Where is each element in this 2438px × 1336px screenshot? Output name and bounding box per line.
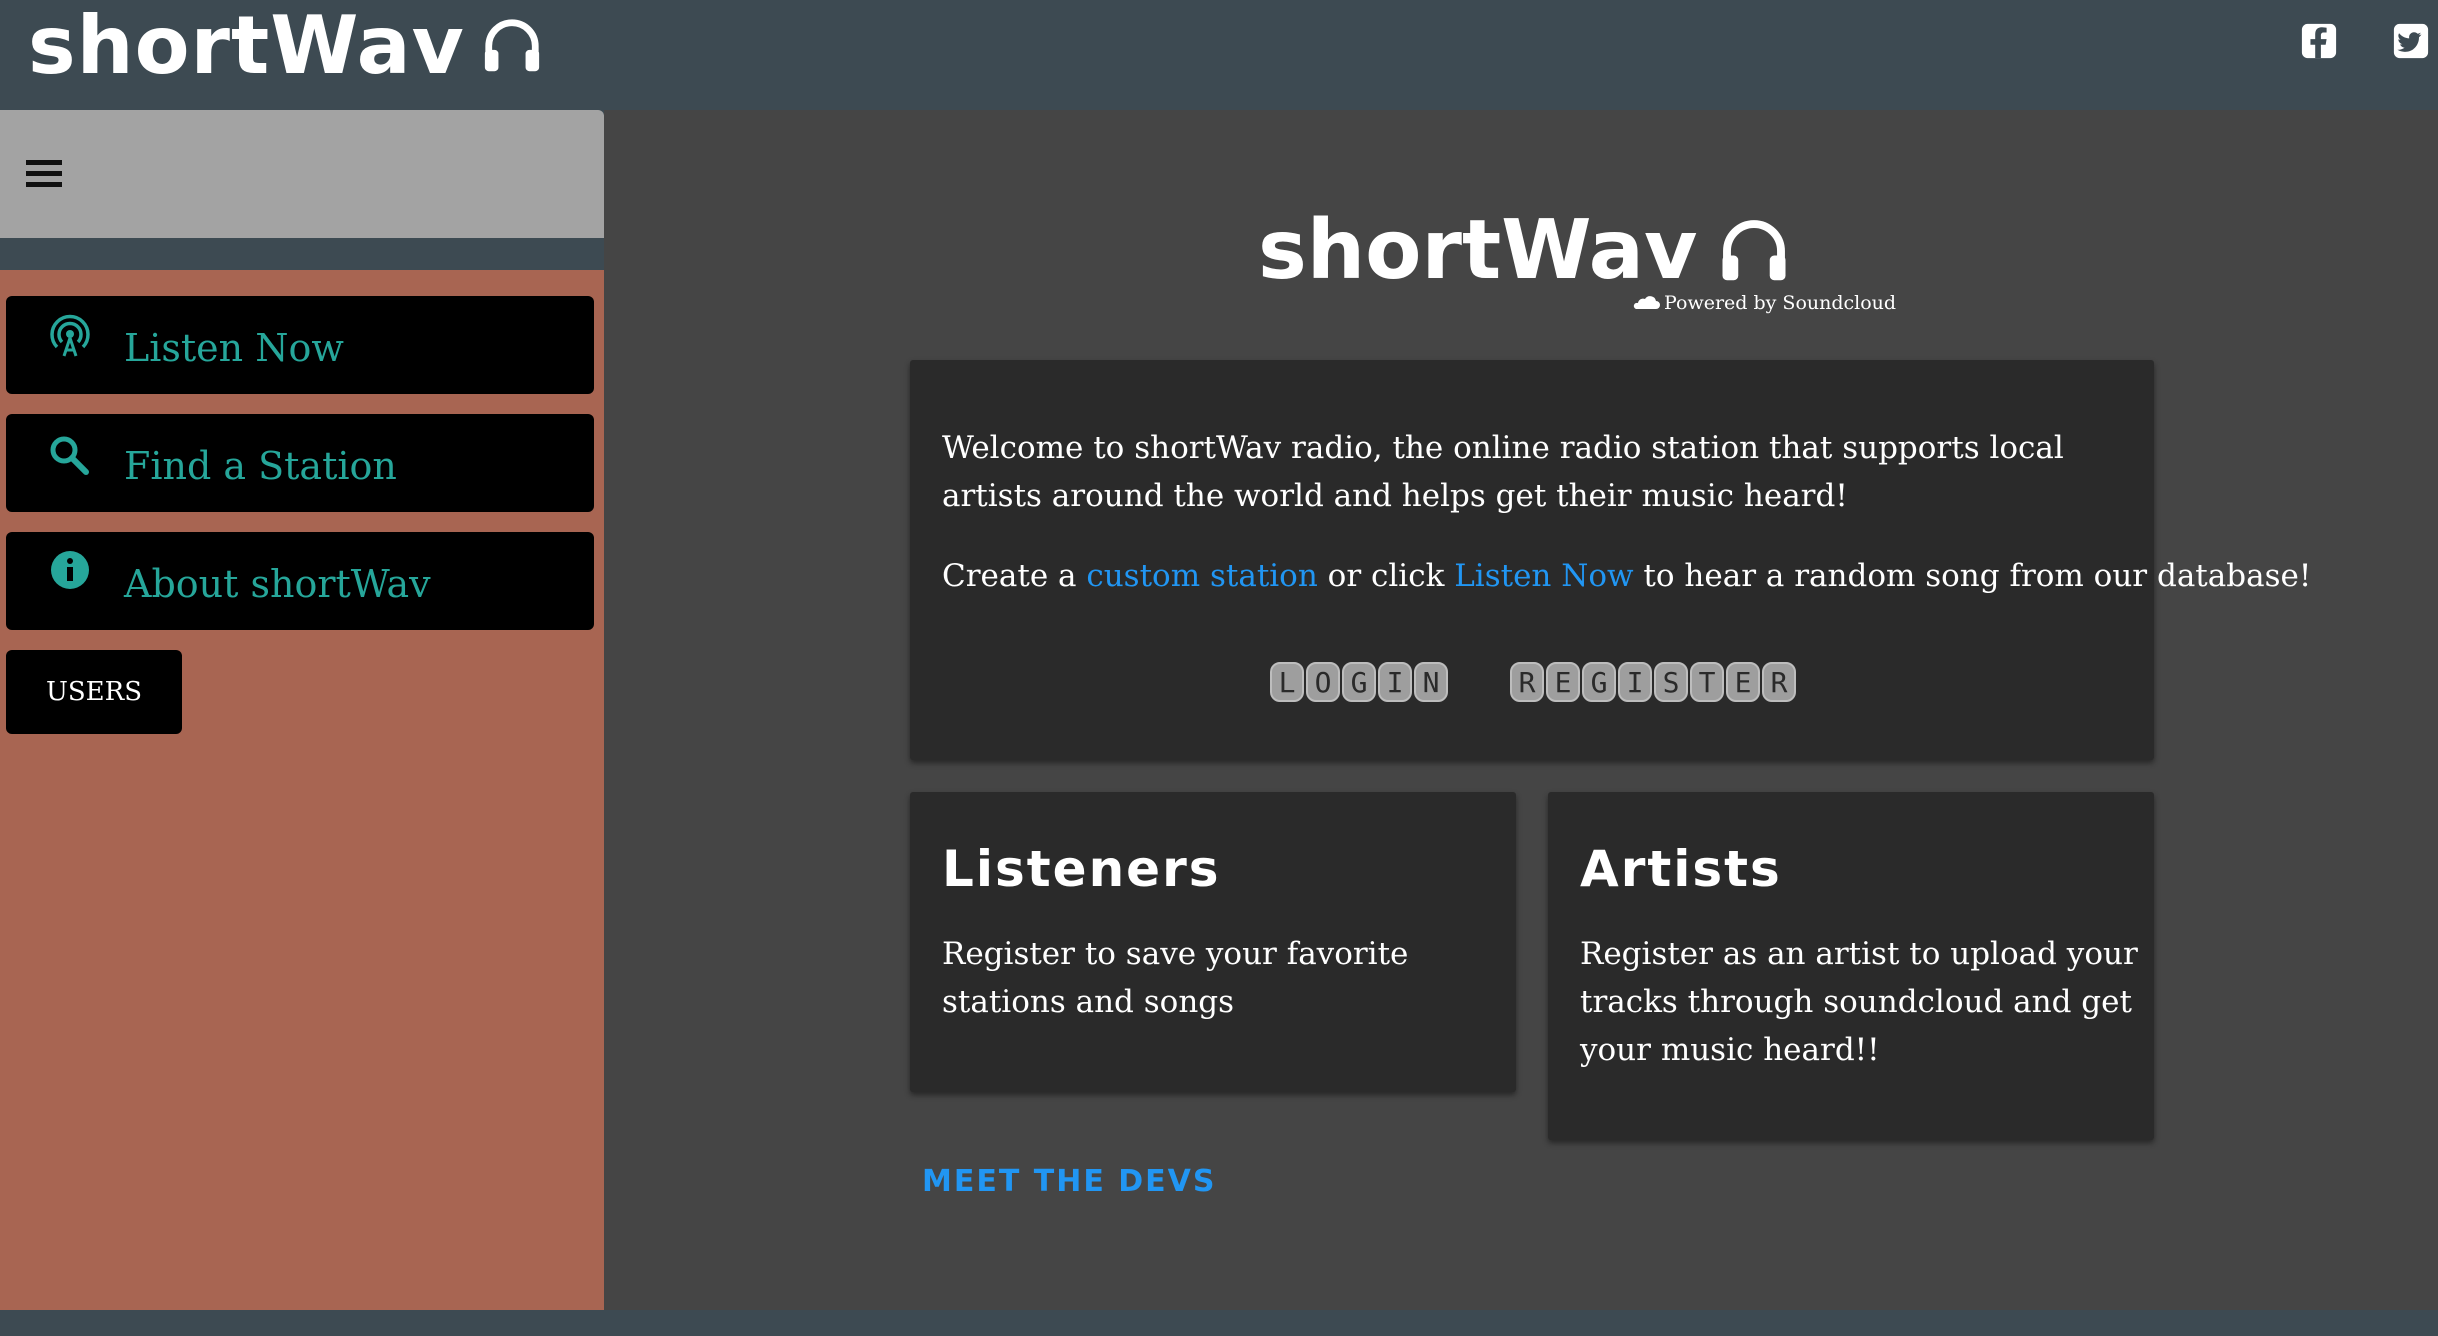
register-key: E [1726,662,1760,702]
facebook-icon[interactable] [2300,22,2338,60]
login-key: G [1342,662,1376,702]
login-key: I [1378,662,1412,702]
info-icon [51,551,89,589]
listeners-text: Register to save your favorite stations … [942,936,1409,1020]
custom-station-link[interactable]: custom station [1086,558,1317,594]
hamburger-menu-icon[interactable] [26,158,62,190]
center-brand-name: shortWav [1258,203,1698,298]
login-key: N [1414,662,1448,702]
register-key: G [1582,662,1616,702]
welcome-card: Welcome to shortWav radio, the online ra… [910,360,2311,760]
listen-now-button[interactable]: Listen Now [6,296,594,394]
login-key: O [1306,662,1340,702]
artists-text: Register as an artist to upload your tra… [1580,936,2138,1068]
welcome-text: Welcome to shortWav radio, the online ra… [942,430,2064,514]
powered-by-soundcloud[interactable]: Powered by Soundcloud [1632,292,1896,314]
center-brand-logo: shortWav [1258,210,1793,292]
artists-title: Artists [1580,840,1782,898]
login-key: L [1270,662,1304,702]
register-key: S [1654,662,1688,702]
headphones-icon [484,19,539,72]
find-a-station-button[interactable]: Find a Station [6,414,594,512]
about-shortwav-button[interactable]: About shortWav [6,532,594,630]
powered-by-text: Powered by Soundcloud [1664,292,1897,314]
create-text-middle: or click [1317,558,1455,594]
listeners-card: Listeners Register to save your favorite… [910,792,1516,1092]
register-button[interactable]: R E G I S T E R [1510,662,1796,702]
about-shortwav-label: About shortWav [124,562,431,606]
headphones-icon [1722,220,1786,281]
artists-card: Artists Register as an artist to upload … [1548,792,2154,1140]
listeners-title: Listeners [942,840,1221,898]
register-key: R [1762,662,1796,702]
twitter-icon[interactable] [2392,22,2430,60]
users-button[interactable]: USERS [6,650,182,734]
brand-logo[interactable]: shortWav [28,6,543,86]
register-key: T [1690,662,1724,702]
create-station-text: Create a custom station or click Listen … [942,552,2311,600]
register-key: E [1546,662,1580,702]
listen-now-label: Listen Now [124,326,344,370]
register-key: I [1618,662,1652,702]
create-text-after: to hear a random song from our database! [1633,558,2312,594]
search-icon [50,436,89,475]
login-button[interactable]: L O G I N [1270,662,1448,702]
meet-the-devs-link[interactable]: MEET THE DEVS [922,1164,1216,1199]
soundcloud-icon [1633,296,1660,309]
find-a-station-label: Find a Station [124,444,397,488]
sidebar-header [0,110,604,238]
register-key: R [1510,662,1544,702]
radio-tower-icon [50,314,90,357]
brand-name: shortWav [28,0,465,92]
top-navbar: shortWav [0,0,2438,110]
listen-now-link[interactable]: Listen Now [1454,558,1633,594]
create-text-before: Create a [942,558,1087,594]
